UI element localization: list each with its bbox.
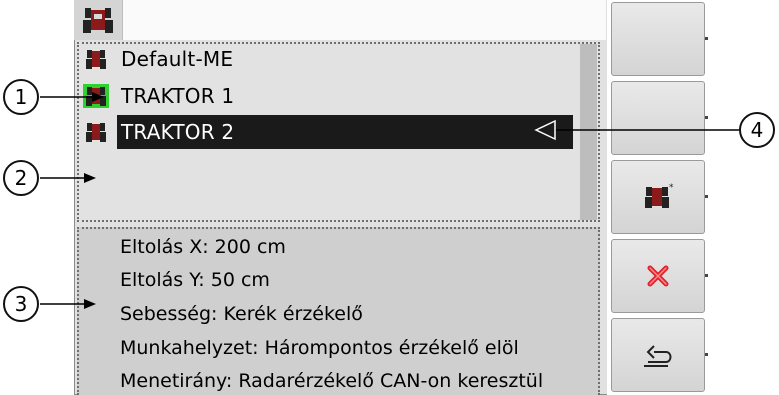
callout-leader-lines — [40, 92, 739, 309]
callout-3: 3 — [3, 286, 39, 322]
callout-1: 1 — [3, 79, 39, 115]
callout-2: 2 — [3, 160, 39, 196]
callout-4: 4 — [739, 112, 775, 148]
